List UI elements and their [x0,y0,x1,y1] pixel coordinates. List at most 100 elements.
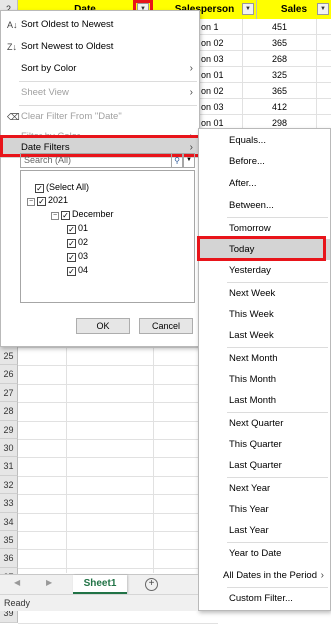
next-week-option[interactable]: Next Week [199,283,330,304]
menu-label: Sort by Color [21,63,77,74]
filter-value-tree: ✓ (Select All) − ✓ 2021 − ✓ December ✓ 01 ✓ 02 … [20,170,195,303]
row-number: 31 [0,457,18,476]
sales-cell[interactable]: 365 [243,35,317,51]
row-number: 28 [0,402,18,421]
salesperson-cell[interactable]: on 01 [198,67,243,83]
tree-label: 03 [78,251,89,261]
tree-label: (Select All) [46,182,90,192]
sales-cell[interactable]: 268 [243,51,317,67]
salesperson-cell[interactable]: on 03 [198,51,243,67]
salesperson-cell[interactable]: on 02 [198,35,243,51]
date-filters-submenu: Equals... Before... After... Between... … [198,128,331,611]
tree-label: 02 [78,237,89,247]
clear-filter-icon: ⌫ [7,112,20,122]
row-gridline [18,347,218,348]
sheet-view: Sheet View › [1,83,199,103]
last-week-option[interactable]: Last Week [199,325,330,346]
tree-day[interactable]: ✓ 01 [67,222,88,235]
this-quarter-option[interactable]: This Quarter [199,434,330,455]
year-to-date-option[interactable]: Year to Date [199,543,330,564]
tree-label: 01 [78,223,89,233]
add-sheet-icon[interactable]: + [145,578,158,591]
clear-filter: ⌫ Clear Filter From "Date" [1,107,199,127]
row-gridline [18,383,218,385]
sales-cell[interactable]: 451 [243,19,317,35]
row-gridline [18,402,218,404]
chevron-right-icon: › [189,87,193,98]
custom-filter-option[interactable]: Custom Filter... [199,588,330,609]
sales-filter-button[interactable]: ▼ [317,3,329,15]
chevron-right-icon: › [189,63,193,74]
row-number: 32 [0,475,18,495]
scroll-left-icon[interactable]: ◀ [14,578,20,587]
next-year-option[interactable]: Next Year [199,478,330,499]
sort-oldest-to-newest[interactable]: A↓ Sort Oldest to Newest [1,15,199,35]
checkbox-checked-icon: ✓ [37,197,46,206]
row-number: 36 [0,549,18,568]
column-gridline [153,347,154,573]
sheet-tab-bar: ◀ ▶ Sheet1 + [0,574,198,594]
next-month-option[interactable]: Next Month [199,348,330,369]
menu-label: Sheet View [21,87,69,98]
today-highlight [197,236,326,261]
checkbox-checked-icon: ✓ [61,211,70,220]
tree-label: December [72,209,114,219]
this-year-option[interactable]: This Year [199,499,330,520]
row-gridline [18,439,218,440]
menu-label: Clear Filter From "Date" [21,111,122,122]
last-quarter-option[interactable]: Last Quarter [199,455,330,476]
sheet-tab-sheet1[interactable]: Sheet1 [73,575,127,594]
menu-label: Sort Newest to Oldest [21,41,114,52]
equals-option[interactable]: Equals... [199,130,330,151]
salesperson-cell[interactable]: on 02 [198,83,243,99]
ok-button[interactable]: OK [76,318,130,334]
tree-day[interactable]: ✓ 04 [67,264,88,277]
row-gridline [18,494,218,496]
last-month-option[interactable]: Last Month [199,390,330,411]
row-gridline [18,512,218,514]
sales-header-cell[interactable]: Sales ▼ [257,0,331,19]
sort-ascending-icon: A↓ [7,20,18,30]
status-text: Ready [4,598,31,608]
this-month-option[interactable]: This Month [199,369,330,390]
tree-month-december[interactable]: − ✓ December [51,208,114,221]
sort-descending-icon: Z↓ [7,42,17,52]
salesperson-filter-button[interactable]: ▼ [242,3,254,15]
next-quarter-option[interactable]: Next Quarter [199,413,330,434]
row-number: 27 [0,383,18,403]
select-all-checkbox[interactable]: ✓ (Select All) [35,181,89,194]
search-icon[interactable]: ⚲ [171,153,183,168]
row-gridline [18,365,218,367]
checkbox-checked-icon: ✓ [67,267,76,276]
sales-cell[interactable]: 412 [243,99,317,115]
menu-label: All Dates in the Period [223,570,317,581]
status-bar: Ready [0,594,198,611]
sort-by-color[interactable]: Sort by Color › [1,59,199,79]
collapse-icon[interactable]: − [51,212,59,220]
menu-separator [19,105,197,106]
row-gridline [18,420,218,422]
tree-year-2021[interactable]: − ✓ 2021 [27,194,68,207]
salesperson-cell[interactable]: on 1 [198,19,243,35]
this-week-option[interactable]: This Week [199,304,330,325]
between-option[interactable]: Between... [199,195,330,216]
last-year-option[interactable]: Last Year [199,520,330,541]
cancel-button[interactable]: Cancel [139,318,193,334]
chevron-down-icon[interactable]: ▼ [183,153,195,168]
salesperson-cell[interactable]: on 03 [198,99,243,115]
sales-cell[interactable]: 365 [243,83,317,99]
after-option[interactable]: After... [199,173,330,194]
row-number: 33 [0,494,18,513]
tree-day[interactable]: ✓ 02 [67,236,88,249]
tree-day[interactable]: ✓ 03 [67,250,88,263]
sort-newest-to-oldest[interactable]: Z↓ Sort Newest to Oldest [1,37,199,57]
search-input[interactable]: Search (All) [20,153,172,168]
yesterday-option[interactable]: Yesterday [199,260,330,281]
before-option[interactable]: Before... [199,151,330,172]
all-dates-in-period-option[interactable]: All Dates in the Period › [199,565,330,586]
checkbox-checked-icon: ✓ [67,239,76,248]
sales-cell[interactable]: 325 [243,67,317,83]
collapse-icon[interactable]: − [27,198,35,206]
search-placeholder: Search (All) [24,155,72,165]
scroll-right-icon[interactable]: ▶ [46,578,52,587]
